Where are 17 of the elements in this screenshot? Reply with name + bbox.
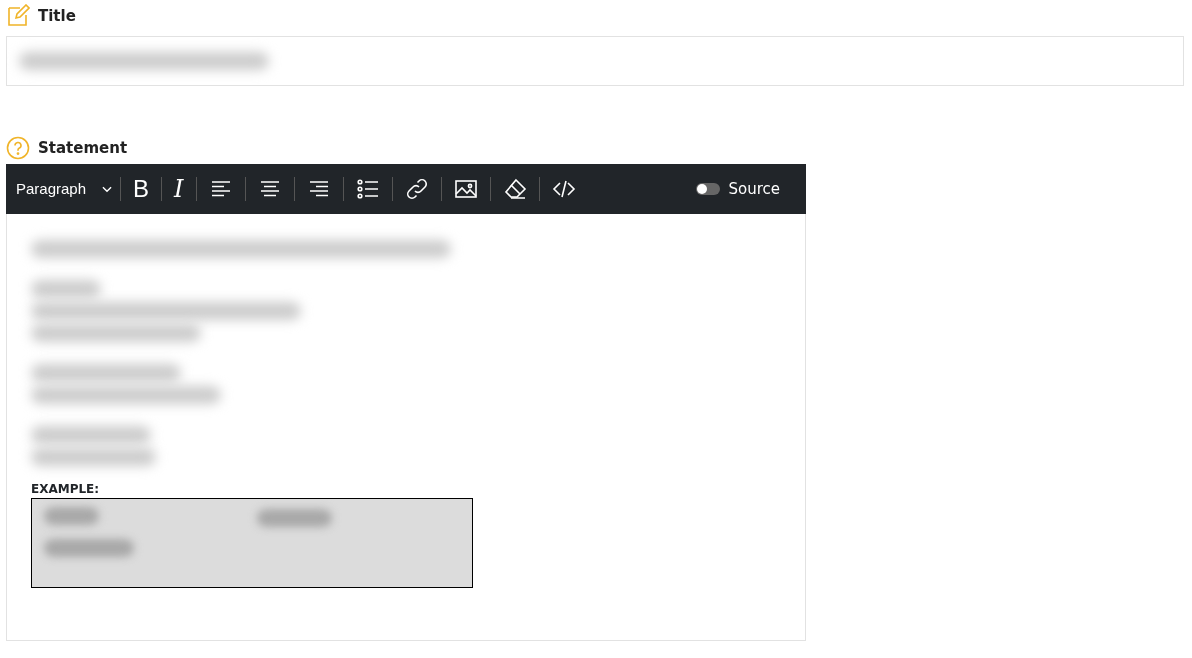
example-label: EXAMPLE: xyxy=(31,481,101,498)
blurred-text xyxy=(44,507,99,525)
eraser-icon xyxy=(502,177,527,201)
section-label: Statement xyxy=(38,137,128,159)
bulleted-list-icon xyxy=(355,177,380,201)
help-icon xyxy=(6,136,30,160)
italic-button[interactable]: I xyxy=(162,176,196,202)
section-label: Title xyxy=(38,5,76,27)
editor-area[interactable]: EXAMPLE: xyxy=(6,214,806,641)
format-dropdown[interactable]: Paragraph xyxy=(16,177,121,201)
bold-button[interactable]: B xyxy=(121,176,162,202)
source-toggle[interactable]: Source xyxy=(690,176,786,202)
image-icon xyxy=(453,177,478,201)
edit-icon xyxy=(6,4,30,28)
title-field[interactable] xyxy=(6,36,1184,86)
blurred-text xyxy=(31,280,101,298)
link-icon xyxy=(404,177,429,201)
